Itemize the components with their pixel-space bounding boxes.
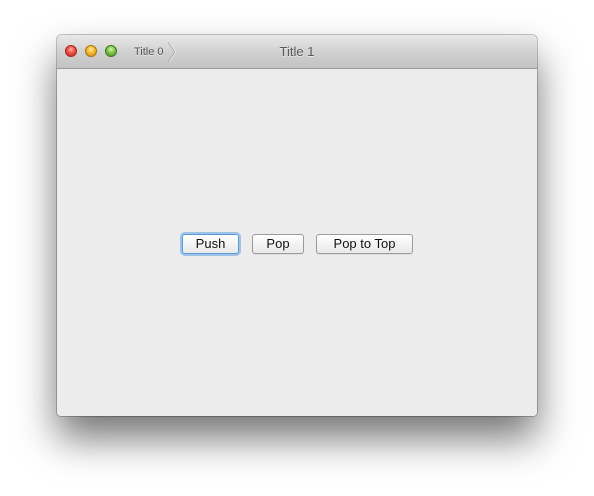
close-window-button[interactable] <box>65 45 77 57</box>
zoom-window-button[interactable] <box>105 45 117 57</box>
content-area: Push Pop Pop to Top <box>57 69 537 416</box>
pop-button[interactable]: Pop <box>252 234 304 254</box>
minimize-window-button[interactable] <box>85 45 97 57</box>
breadcrumb: Title 0 <box>127 42 176 62</box>
title-bar[interactable]: Title 0 Title 1 <box>57 35 537 69</box>
pop-to-top-button[interactable]: Pop to Top <box>316 234 413 254</box>
breadcrumb-item-title-0[interactable]: Title 0 <box>127 46 168 58</box>
push-button[interactable]: Push <box>182 234 239 254</box>
app-window: Title 0 Title 1 Push Pop Pop to Top <box>57 35 537 416</box>
chevron-right-icon <box>167 42 176 62</box>
